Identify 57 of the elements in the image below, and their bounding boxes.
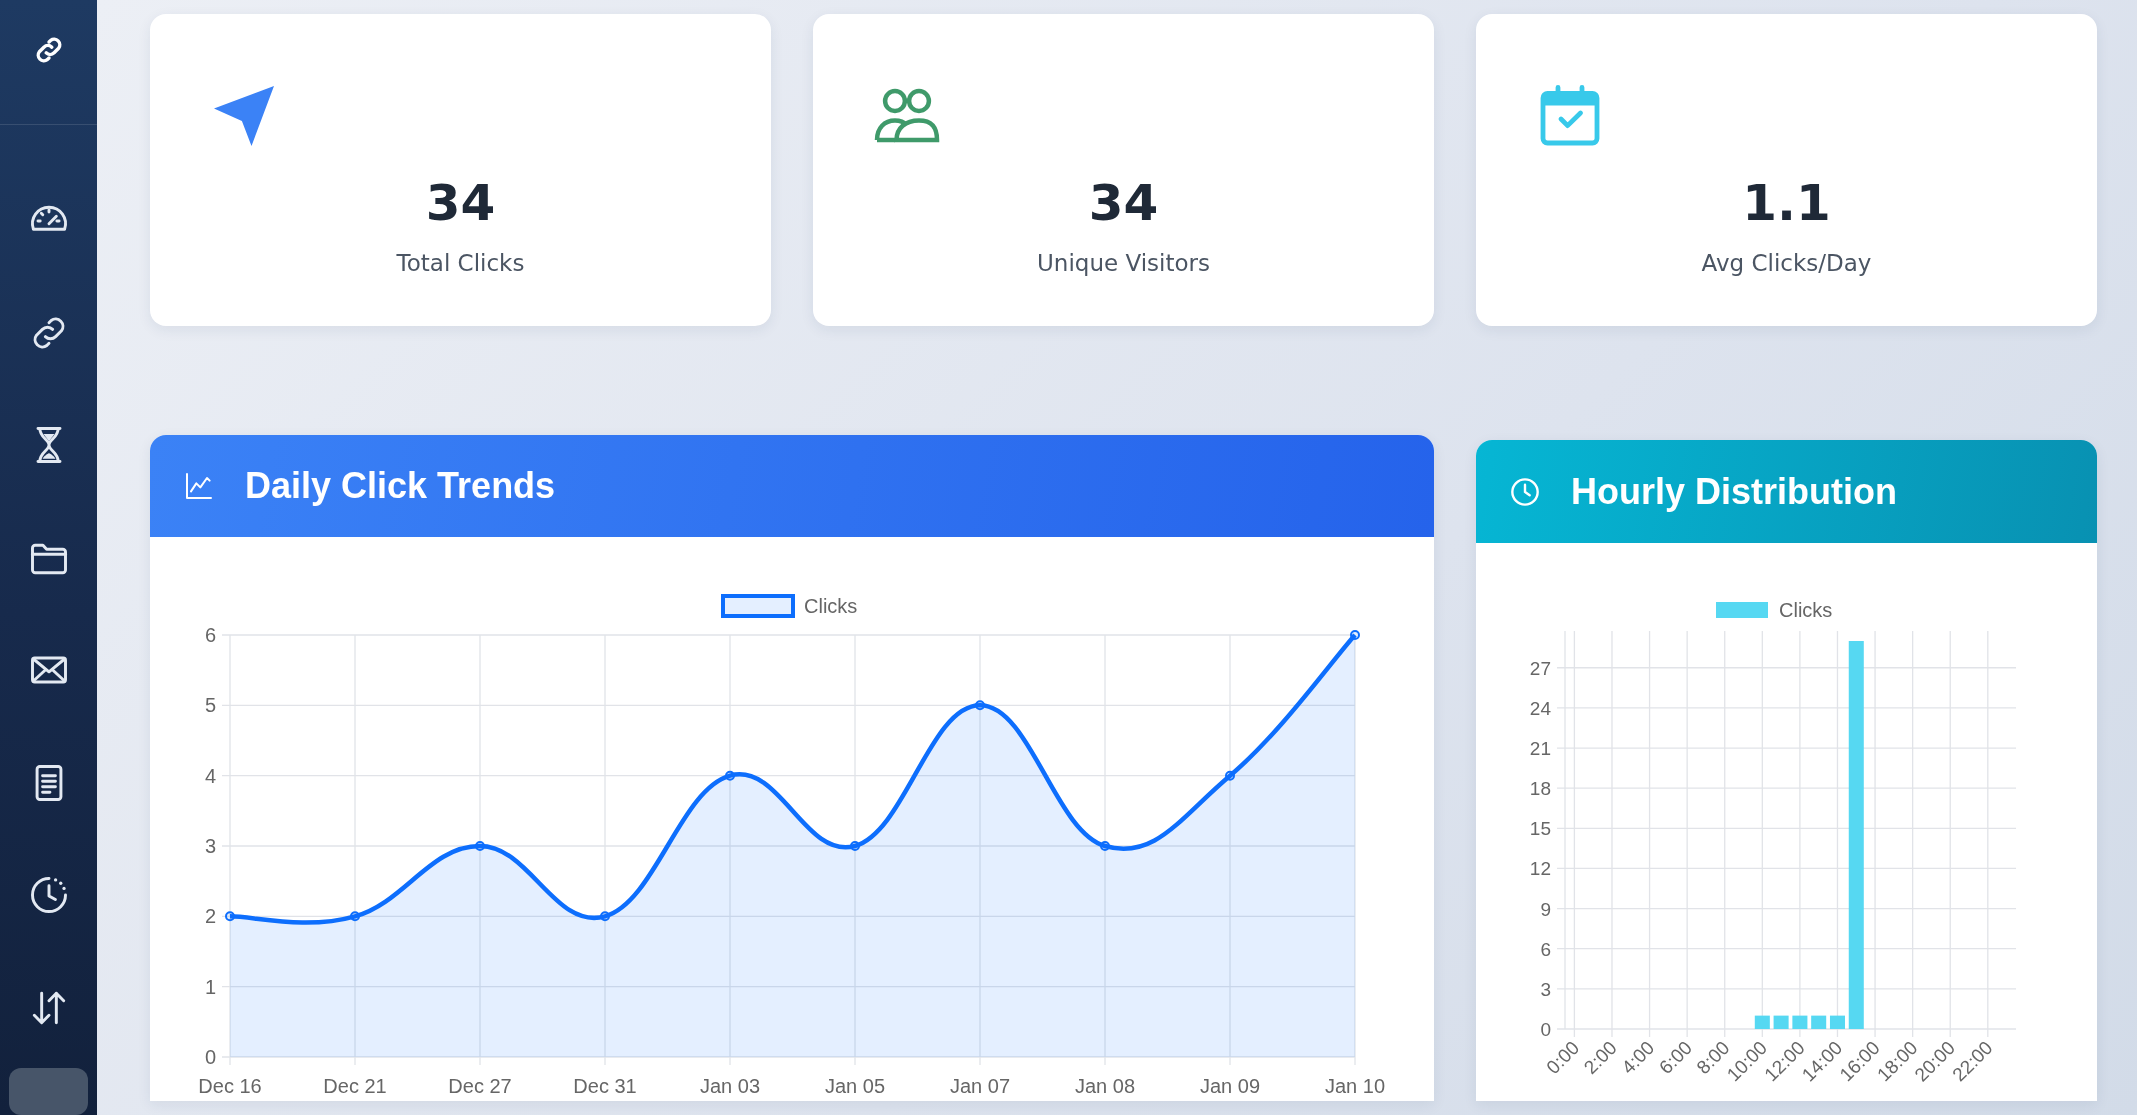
axis-label: 6 xyxy=(204,624,216,646)
axis-label: 24 xyxy=(1529,697,1551,719)
legend-swatch[interactable] xyxy=(721,594,795,618)
axis-label: Dec 31 xyxy=(573,1075,637,1097)
axis-label: 2 xyxy=(204,905,216,928)
data-point xyxy=(600,911,610,922)
stat-label: Unique Visitors xyxy=(1037,250,1210,276)
chart-title: Hourly Distribution xyxy=(1571,470,1897,513)
data-point xyxy=(725,770,735,781)
axis-label: Dec 27 xyxy=(448,1075,512,1097)
legend-swatch[interactable] xyxy=(1716,602,1768,618)
axis-label: Jan 08 xyxy=(1074,1075,1136,1097)
stat-label: Avg Clicks/Day xyxy=(1701,250,1872,276)
data-point xyxy=(1100,841,1110,851)
axis-label: 4 xyxy=(204,764,216,787)
data-point xyxy=(225,911,235,922)
axis-label: 3 xyxy=(204,835,216,857)
bar xyxy=(1754,1015,1770,1029)
legend-label: Clicks xyxy=(804,595,858,617)
clock-icon xyxy=(1509,475,1541,508)
bar xyxy=(1811,1015,1827,1029)
axis-label: 3 xyxy=(1540,978,1551,1000)
data-point xyxy=(475,841,485,851)
chart-title: Daily Click Trends xyxy=(245,465,556,507)
bar xyxy=(1829,1015,1845,1029)
stat-label: Total Clicks xyxy=(396,250,525,276)
line-chart-icon xyxy=(183,470,215,502)
data-point xyxy=(1350,630,1360,640)
axis-label: 5 xyxy=(204,694,216,717)
data-point xyxy=(1225,770,1235,781)
axis-label: Jan 09 xyxy=(1199,1075,1261,1097)
axis-label: 12 xyxy=(1529,858,1551,880)
bar xyxy=(1773,1015,1789,1029)
axis-label: 9 xyxy=(1540,898,1551,920)
stat-value: 34 xyxy=(1088,178,1159,228)
bar xyxy=(1792,1015,1808,1029)
axis-label: 0 xyxy=(204,1046,216,1068)
axis-label: Jan 10 xyxy=(1324,1075,1386,1097)
data-point xyxy=(975,700,985,711)
axis-label: 6 xyxy=(1540,938,1551,960)
axis-label: 1 xyxy=(204,975,216,998)
data-point xyxy=(350,911,360,922)
axis-label: Dec 21 xyxy=(323,1075,387,1097)
axis-label: 27 xyxy=(1529,657,1551,679)
axis-label: 0:00 xyxy=(1542,1037,1584,1078)
axis-label: 18 xyxy=(1529,778,1551,800)
axis-label: 21 xyxy=(1529,738,1551,760)
stat-value: 34 xyxy=(425,178,496,228)
axis-label: 0 xyxy=(1540,1019,1551,1040)
axis-label: Dec 16 xyxy=(198,1075,262,1097)
axis-label: 15 xyxy=(1529,818,1551,840)
data-point xyxy=(850,841,860,851)
legend-label: Clicks xyxy=(1779,599,1833,621)
axis-label: Jan 07 xyxy=(949,1075,1011,1097)
axis-label: Jan 03 xyxy=(699,1075,761,1097)
axis-label: Jan 05 xyxy=(824,1075,886,1097)
stat-value: 1.1 xyxy=(1742,178,1831,228)
